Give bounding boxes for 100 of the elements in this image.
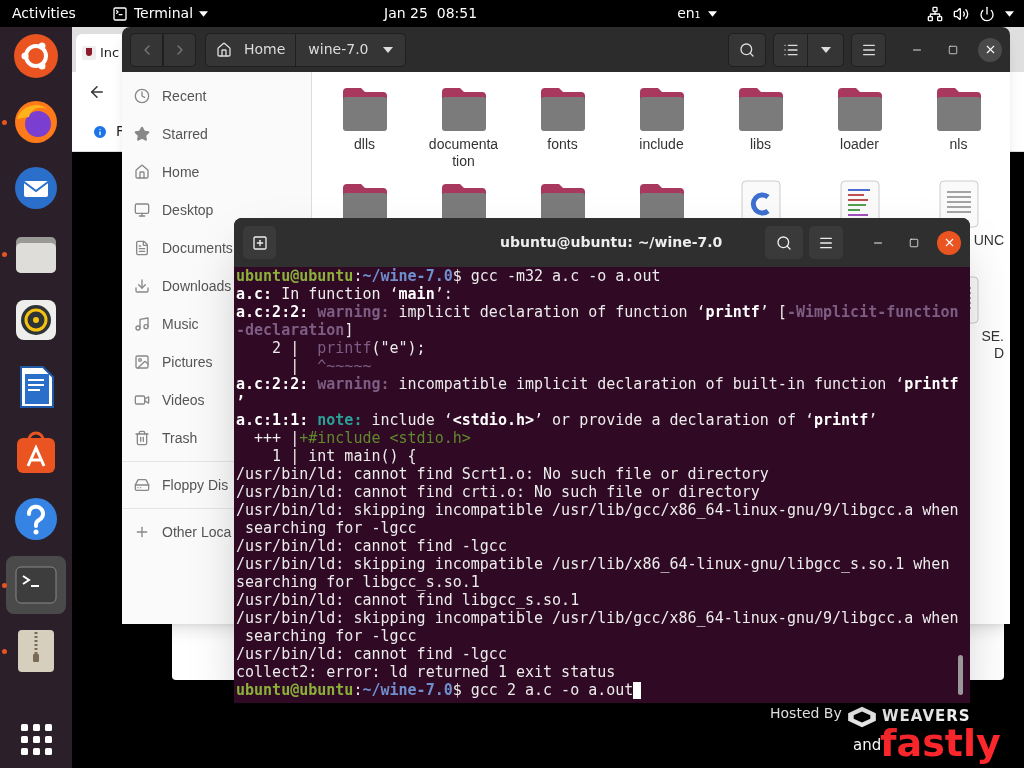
terminal-line: a.c: In function ‘main’: — [236, 285, 453, 303]
terminal-line: collect2: error: ld returned 1 exit status — [236, 663, 616, 681]
caret-icon — [820, 46, 831, 53]
help-icon — [13, 495, 59, 542]
sidebar-item[interactable]: Floppy Dis — [122, 466, 234, 504]
hosted-by-text: Hosted By — [770, 705, 842, 722]
circle-logo-icon — [13, 33, 59, 80]
envelope-icon — [13, 165, 59, 212]
terminal-line: ubuntu@ubuntu:~/wine-7.0$ gcc 2 a.c -o a.out — [236, 681, 642, 699]
wine-glass-icon — [81, 45, 97, 61]
volume-icon — [953, 5, 969, 22]
caret-icon — [199, 10, 209, 17]
caret-icon — [382, 46, 393, 53]
music-note-icon — [134, 316, 150, 332]
caret-icon — [1005, 10, 1014, 17]
terminal-line: /usr/bin/ld: cannot find -lgcc — [236, 537, 507, 555]
folder-icon — [340, 86, 389, 132]
terminal-line: +++ |+#include <stdio.h> — [253, 429, 471, 447]
search-button[interactable] — [765, 226, 803, 259]
terminal-line: a.c:1:1: note: include ‘<stdio.h>’ or provide a declaration of ‘printf’ — [236, 411, 878, 429]
download-icon — [134, 278, 150, 294]
info-icon — [92, 123, 108, 140]
terminal-line: a.c:2:2: warning: incompatible implicit declaration of built-in function ‘printf — [236, 375, 959, 393]
file-name: libs — [750, 136, 771, 153]
terminal-line: | ^~~~~~ — [289, 357, 372, 375]
star-icon — [134, 126, 150, 142]
clock-icon — [134, 88, 150, 104]
terminal-line: searching for -lgcc — [244, 519, 417, 537]
file-name: nls — [949, 136, 968, 153]
sidebar-item[interactable]: Desktop — [122, 191, 234, 229]
terminal-line: 2 | printf("e"); — [271, 339, 426, 357]
terminal-line: ubuntu@ubuntu:~/wine-7.0$ gcc -m32 a.c -o a.out — [236, 267, 661, 285]
power-icon — [979, 5, 995, 22]
trash-icon — [134, 430, 150, 446]
new-tab-icon — [251, 234, 268, 251]
folder-icon — [736, 86, 785, 132]
file-name: dlls — [354, 136, 375, 153]
app-menu[interactable]: Terminal — [111, 3, 209, 24]
path-segment[interactable]: wine-7.0 — [296, 33, 405, 66]
terminal-line: /usr/bin/ld: cannot find libgcc_s.so.1 — [236, 591, 580, 609]
file-name: UNC — [973, 232, 1004, 249]
search-icon — [776, 234, 792, 251]
folder-icon — [637, 86, 686, 132]
folder-icon — [538, 86, 587, 132]
browser-tab[interactable]: Inc — [76, 34, 122, 72]
search-button[interactable] — [728, 32, 766, 67]
file-name: include — [639, 136, 684, 153]
terminal-line: 1 | int main() { — [271, 447, 417, 465]
window-title: ubuntu@ubuntu: ~/wine-7.0 — [500, 233, 723, 252]
terminal-line: /usr/bin/ld: cannot find Scrt1.o: No such file or directory — [236, 465, 769, 483]
terminal-line: a.c:2:2: warning: implicit declaration of function ‘printf’ [-Wimplicit-function — [236, 303, 959, 321]
terminal-icon — [111, 5, 128, 22]
sidebar-item[interactable]: Recent — [122, 77, 234, 115]
folder-icon — [835, 86, 884, 132]
terminal-line: ’ — [236, 393, 246, 411]
file-name: loader — [840, 136, 879, 153]
terminal-line: /usr/bin/ld: cannot find crti.o: No such file or directory — [236, 483, 760, 501]
sidebar-item[interactable]: Home — [122, 153, 234, 191]
scrollbar[interactable] — [958, 655, 963, 695]
menu-button[interactable] — [851, 32, 886, 67]
sidebar-item[interactable]: Starred — [122, 115, 234, 153]
terminal-line: /usr/bin/ld: cannot find -lgcc — [236, 645, 507, 663]
sidebar-item[interactable]: Trash — [122, 419, 234, 457]
input-source-menu[interactable]: en₁ — [677, 3, 718, 24]
file-name: documentation — [428, 136, 499, 170]
sidebar-item[interactable]: Downloads — [122, 267, 234, 305]
search-icon — [739, 41, 755, 58]
home-icon — [216, 41, 232, 58]
terminal-line: /usr/bin/ld: skipping incompatible /usr/lib/gcc/x86_64-linux-gnu/9/libgcc.a when — [236, 609, 959, 627]
terminal-line: -declaration] — [236, 321, 354, 339]
sidebar-item[interactable]: Pictures — [122, 343, 234, 381]
close-button[interactable] — [978, 37, 1002, 62]
new-tab-button[interactable] — [243, 226, 276, 259]
system-menu[interactable] — [927, 5, 1014, 22]
terminal-line: searching for -lgcc — [244, 627, 417, 645]
clock[interactable]: Jan 25 08:51 — [384, 3, 478, 24]
monitor-icon — [134, 202, 150, 218]
folder-icon — [934, 86, 983, 132]
activities-button[interactable]: Activities — [12, 3, 76, 24]
sidebar-item[interactable]: Videos — [122, 381, 234, 419]
drive-icon — [134, 477, 150, 493]
terminal-line: searching for libgcc_s.so.1 — [236, 573, 480, 591]
file-name: SE. D — [981, 328, 1004, 362]
terminal-line: /usr/bin/ld: skipping incompatible /usr/lib/gcc/x86_64-linux-gnu/9/libgcc.a when — [236, 501, 959, 519]
folder-icon — [439, 86, 488, 132]
menu-button[interactable] — [809, 226, 843, 259]
close-button[interactable] — [937, 230, 961, 255]
path-segment[interactable]: Home — [206, 33, 297, 66]
sidebar-item[interactable]: Music — [122, 305, 234, 343]
image-icon — [134, 354, 150, 370]
file-name: fonts — [547, 136, 578, 153]
document-icon — [134, 240, 150, 256]
video-icon — [134, 392, 150, 408]
maximize-icon — [948, 44, 958, 55]
sidebar-item[interactable]: Documents — [122, 229, 234, 267]
maximize-icon — [909, 237, 919, 248]
network-icon — [927, 5, 943, 22]
terminal-line: /usr/bin/ld: skipping incompatible /usr/lib/x86_64-linux-gnu/libgcc_s.so.1 when — [236, 555, 950, 573]
sidebar-item[interactable]: Other Loca — [122, 513, 234, 551]
caret-icon — [708, 10, 718, 17]
